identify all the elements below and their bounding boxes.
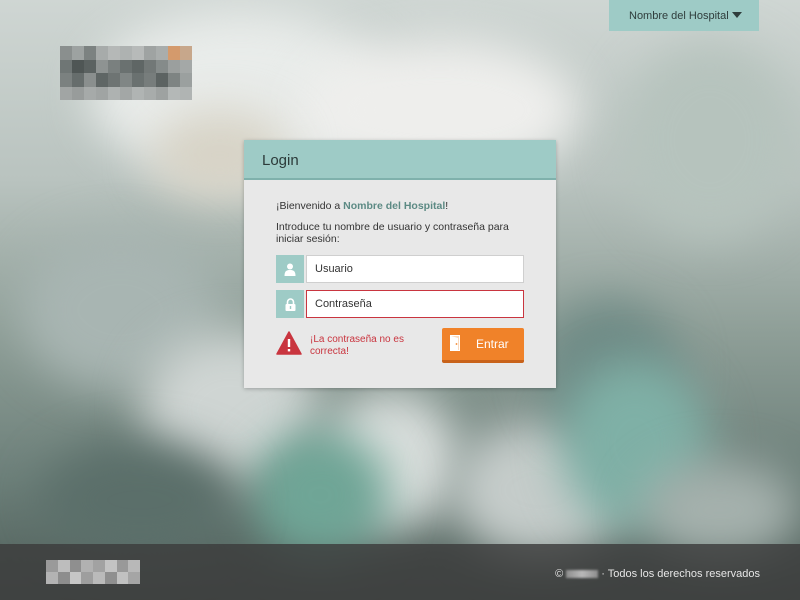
password-input[interactable] [306,290,524,318]
lock-icon [276,290,304,318]
enter-button-label: Entrar [476,337,509,351]
login-header: Login [244,140,556,180]
password-row [276,290,524,318]
copyright-symbol: © [555,568,564,580]
username-input[interactable] [306,255,524,283]
login-actions: ¡La contraseña no es correcta! Entrar [276,325,524,367]
footer-logo [46,560,140,584]
door-icon [450,334,462,354]
login-panel: Login ¡Bienvenido a Nombre del Hospital!… [244,140,556,388]
hospital-selector-label: Nombre del Hospital [629,9,729,22]
copyright-notice: © · Todos los derechos reservados [555,568,760,580]
login-title: Login [262,152,299,169]
company-name-redacted [566,570,599,578]
hospital-logo [60,46,192,100]
login-instructions: Introduce tu nombre de usuario y contras… [276,221,509,245]
caret-down-icon [732,12,742,18]
warning-icon [276,331,302,360]
username-row [276,255,524,283]
welcome-hospital-name: Nombre del Hospital [343,200,446,212]
hospital-selector[interactable]: Nombre del Hospital [609,0,759,31]
welcome-prefix: ¡Bienvenido a [276,200,344,212]
user-icon [276,255,304,283]
password-error-message: ¡La contraseña no es correcta! [310,334,404,357]
welcome-suffix: ! [445,200,449,212]
footer: © · Todos los derechos reservados [0,544,800,600]
rights-text: · Todos los derechos reservados [601,568,760,580]
enter-button[interactable]: Entrar [442,328,524,363]
welcome-message: ¡Bienvenido a Nombre del Hospital! [276,200,524,212]
